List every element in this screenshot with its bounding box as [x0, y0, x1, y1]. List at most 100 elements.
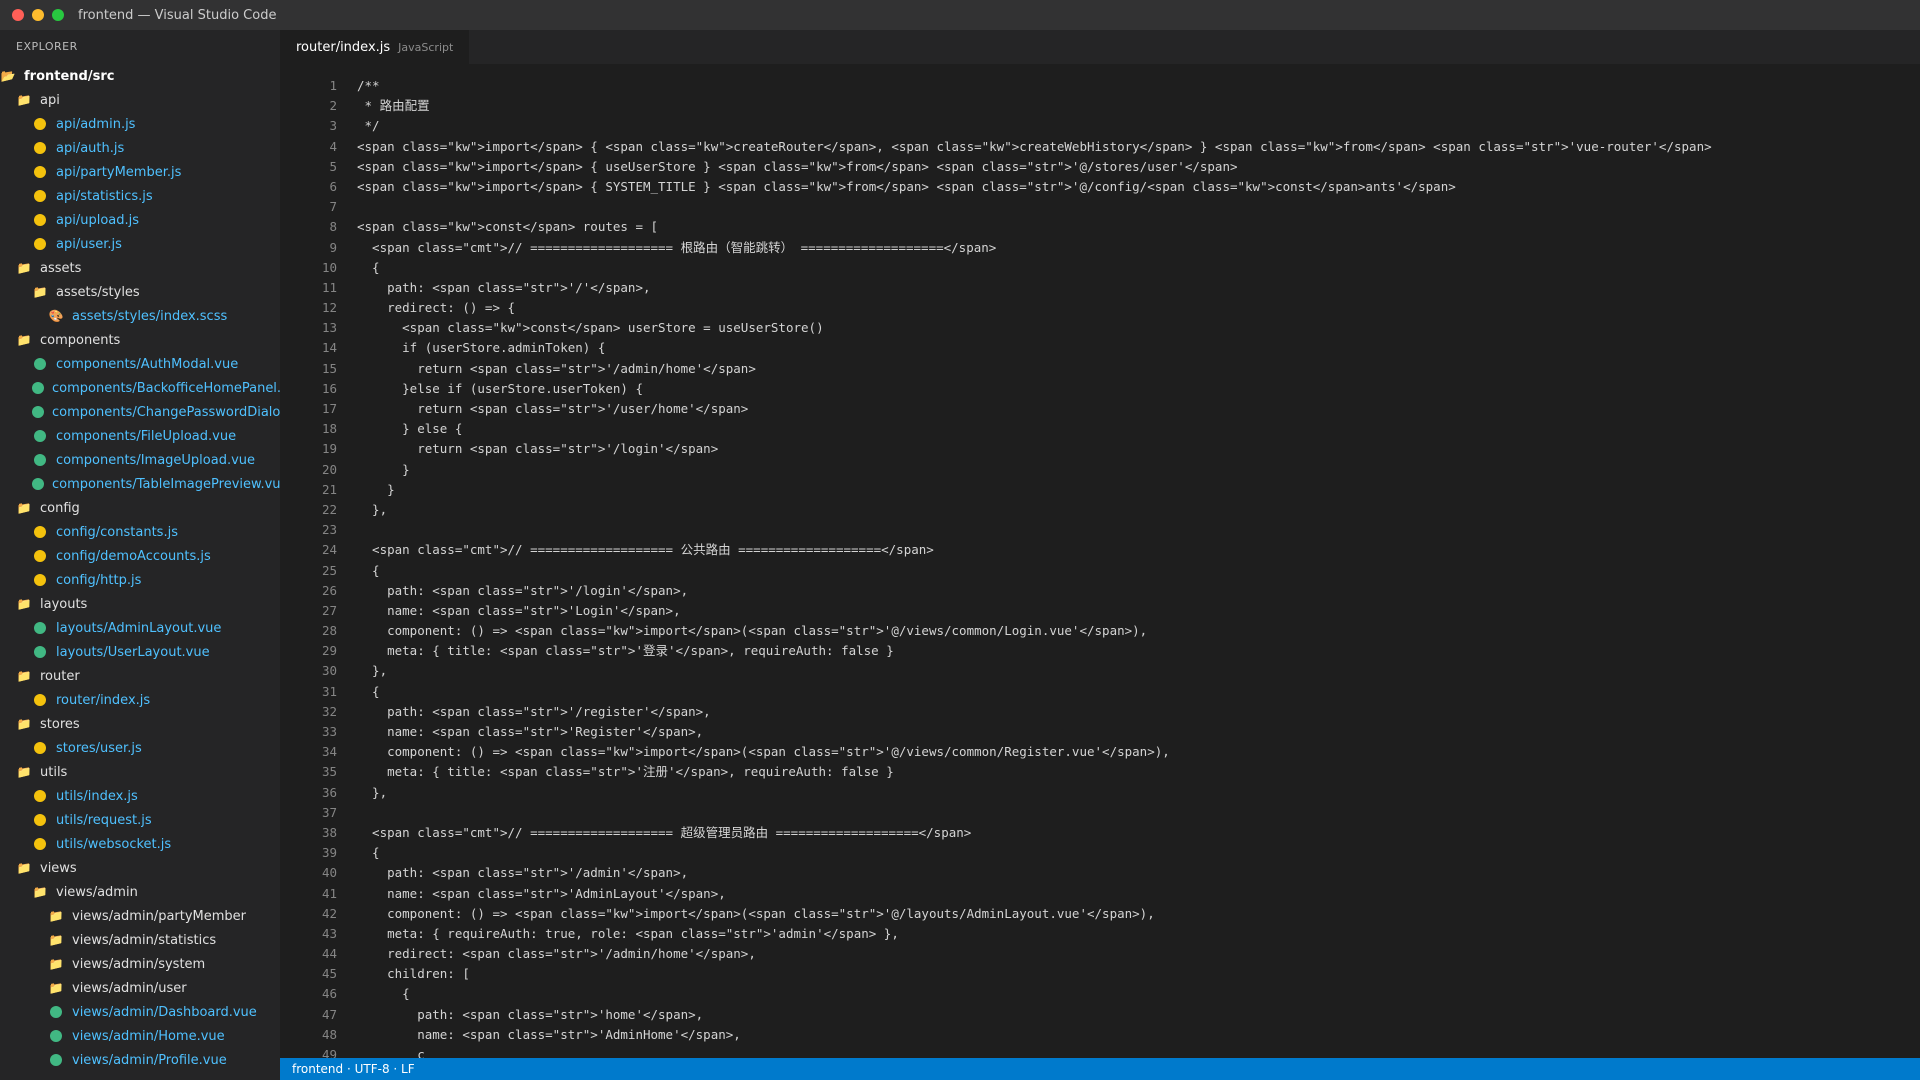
code-text: { [357, 683, 380, 699]
close-window-button[interactable] [12, 9, 24, 21]
line-number: 8 [329, 219, 337, 235]
tree-file[interactable]: config/demoAccounts.js [0, 544, 280, 568]
tree-folder[interactable]: 📁 views/admin/partyMember [0, 904, 280, 928]
tree-file[interactable]: utils/index.js [0, 784, 280, 808]
javascript-file-icon [32, 118, 48, 130]
code-text: { [357, 845, 380, 861]
tree-file[interactable]: config/constants.js [0, 520, 280, 544]
tree-file[interactable]: router/index.js [0, 688, 280, 712]
tree-folder[interactable]: 📁 layouts [0, 592, 280, 616]
tree-file[interactable]: stores/user.js [0, 736, 280, 760]
line-number: 37 [321, 804, 337, 820]
tree-folder[interactable]: 📁 stores [0, 712, 280, 736]
tree-file[interactable]: utils/request.js [0, 808, 280, 832]
tree-file[interactable]: components/AuthModal.vue [0, 352, 280, 376]
tree-file[interactable]: components/ChangePasswordDialog [0, 400, 280, 424]
javascript-file-icon [32, 742, 48, 754]
line-number: 3 [329, 118, 337, 134]
code-line: 23 [280, 520, 1920, 540]
line-number: 20 [321, 461, 337, 477]
tree-item-label: api/upload.js [56, 212, 140, 228]
code-line: 4 <span class="kw">import</span> { <span … [280, 137, 1920, 157]
tree-folder[interactable]: 📁 views [0, 856, 280, 880]
javascript-file-icon [32, 166, 48, 178]
minimize-window-button[interactable] [32, 9, 44, 21]
tree-file[interactable]: utils/websocket.js [0, 832, 280, 856]
tree-folder[interactable]: 📁 api [0, 88, 280, 112]
tree-folder[interactable]: 📁 components [0, 328, 280, 352]
tree-file[interactable]: api/statistics.js [0, 184, 280, 208]
window-controls [12, 9, 64, 21]
line-number: 49 [321, 1047, 337, 1058]
tree-item-label: views/admin/Profile.vue [72, 1052, 227, 1068]
tree-item-label: router [40, 668, 80, 684]
line-number: 5 [329, 158, 337, 174]
tree-file[interactable]: api/user.js [0, 232, 280, 256]
tree-item-label: components/ChangePasswordDialog [52, 404, 280, 420]
tree-file[interactable]: api/partyMember.js [0, 160, 280, 184]
tree-item-label: views/admin/Home.vue [72, 1028, 225, 1044]
code-text: { [357, 259, 380, 275]
code-text: } [357, 461, 410, 477]
line-number: 6 [329, 178, 337, 194]
line-number: 29 [321, 643, 337, 659]
code-line: 16 }else if (userStore.userToken) { [280, 379, 1920, 399]
explorer-sidebar: EXPLORER 📂 frontend/src 📁 api api/admin.js ap… [0, 30, 280, 1080]
code-line: 41 name: <span class="str">'AdminLayout'… [280, 884, 1920, 904]
title-bar: frontend — Visual Studio Code [0, 0, 1920, 30]
code-line: 27 name: <span class="str">'Login'</span… [280, 601, 1920, 621]
folder-icon: 📁 [16, 333, 32, 347]
code-text: return <span class="str">'/user/home'</s… [357, 401, 749, 416]
tree-file[interactable]: components/TableImagePreview.vue [0, 472, 280, 496]
code-text: component: () => <span class="kw">import… [357, 623, 1148, 639]
tree-file[interactable]: views/admin/Dashboard.vue [0, 1000, 280, 1024]
tree-file[interactable]: components/FileUpload.vue [0, 424, 280, 448]
tree-file[interactable]: api/auth.js [0, 136, 280, 160]
tree-file[interactable]: layouts/UserLayout.vue [0, 640, 280, 664]
maximize-window-button[interactable] [52, 9, 64, 21]
line-number: 34 [321, 744, 337, 760]
line-number: 27 [321, 602, 337, 618]
tree-folder[interactable]: 📂 frontend/src [0, 64, 280, 88]
tree-item-label: stores/user.js [56, 740, 142, 756]
javascript-file-icon [32, 790, 48, 802]
code-line: 48 name: <span class="str">'AdminHome'</… [280, 1025, 1920, 1045]
tree-file[interactable]: api/admin.js [0, 112, 280, 136]
tree-folder[interactable]: 📁 router [0, 664, 280, 688]
tree-file[interactable]: config/http.js [0, 568, 280, 592]
tree-folder[interactable]: 📁 views/admin/system [0, 952, 280, 976]
file-tree: 📂 frontend/src 📁 api api/admin.js api/auth.js… [0, 64, 280, 1072]
code-line: 19 return <span class="str">'/login'</sp… [280, 439, 1920, 459]
code-text: { [357, 562, 380, 578]
tree-file[interactable]: 🎨 assets/styles/index.scss [0, 304, 280, 328]
tree-file[interactable]: views/admin/Profile.vue [0, 1048, 280, 1072]
vue-file-icon [32, 382, 44, 394]
tree-item-label: frontend/src [24, 68, 115, 84]
tree-folder[interactable]: 📁 config [0, 496, 280, 520]
tree-folder[interactable]: 📁 views/admin/user [0, 976, 280, 1000]
tree-item-label: components/BackofficeHomePanel.v [52, 380, 280, 396]
tab-router-index-js[interactable]: router/index.js JavaScript [280, 30, 470, 64]
tree-file[interactable]: views/admin/Home.vue [0, 1024, 280, 1048]
tree-item-label: api/user.js [56, 236, 122, 252]
tree-file[interactable]: api/upload.js [0, 208, 280, 232]
tree-item-label: views [40, 860, 77, 876]
tree-folder[interactable]: 📁 assets [0, 256, 280, 280]
folder-icon: 📁 [16, 765, 32, 779]
tree-folder[interactable]: 📁 views/admin [0, 880, 280, 904]
tree-file[interactable]: components/BackofficeHomePanel.v [0, 376, 280, 400]
tree-file[interactable]: layouts/AdminLayout.vue [0, 616, 280, 640]
tab-language: JavaScript [398, 40, 454, 54]
tree-folder[interactable]: 📁 utils [0, 760, 280, 784]
vue-file-icon [48, 1054, 64, 1066]
javascript-file-icon [32, 190, 48, 202]
line-number: 43 [321, 925, 337, 941]
tree-folder[interactable]: 📁 views/admin/statistics [0, 928, 280, 952]
status-bar: frontend · UTF-8 · LF [280, 1058, 1920, 1080]
tree-folder[interactable]: 📁 assets/styles [0, 280, 280, 304]
code-editor[interactable]: 1/** 2 * 路由配置 3 */4 <span class="kw">import… [280, 76, 1920, 1058]
tree-file[interactable]: components/ImageUpload.vue [0, 448, 280, 472]
tree-item-label: layouts/UserLayout.vue [56, 644, 210, 660]
code-line: 12 redirect: () => { [280, 298, 1920, 318]
javascript-file-icon [32, 574, 48, 586]
